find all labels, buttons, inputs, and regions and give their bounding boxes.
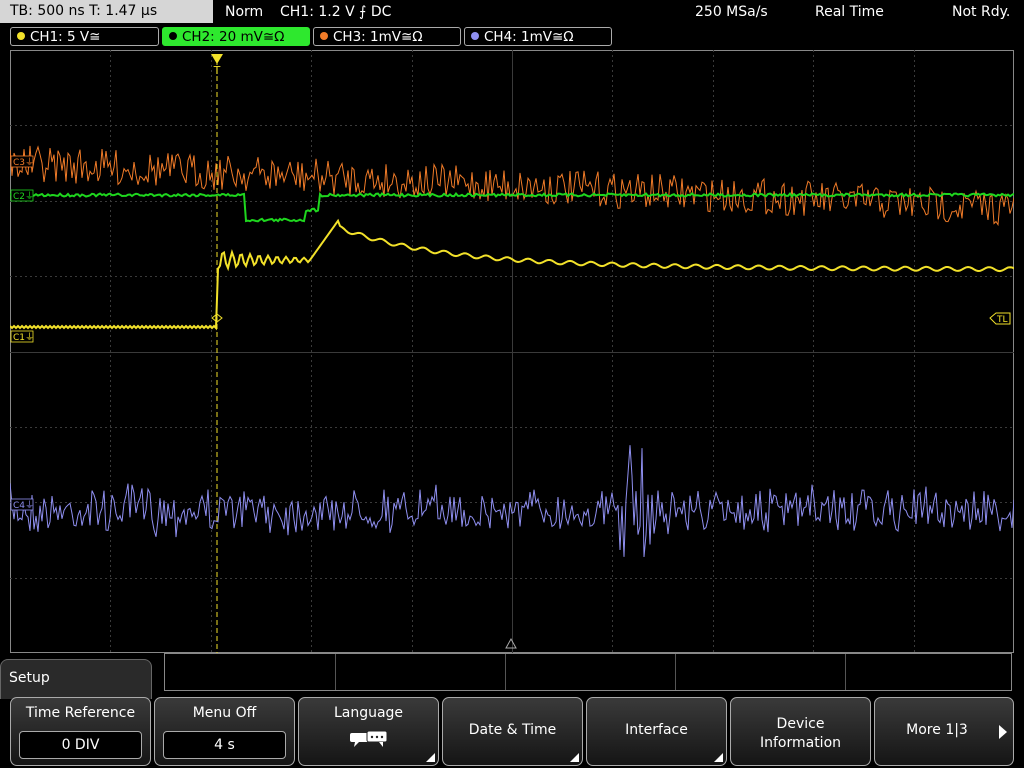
ch3-color-dot: [320, 32, 328, 40]
ch2-marker-label: C2⏚: [13, 191, 34, 202]
device-information-line2: Information: [759, 735, 842, 751]
timebase-readout[interactable]: TB: 500 ns T: 1.47 µs: [0, 0, 213, 23]
menu-off-button[interactable]: Menu Off 4 s: [154, 697, 295, 766]
trigger-status: Not Rdy.: [952, 4, 1011, 20]
strip-divider: [335, 654, 336, 690]
ch1-label: CH1: 5 V≅: [30, 29, 101, 45]
menu-title: Setup: [0, 659, 152, 699]
ch4-color-dot: [471, 32, 479, 40]
waveform-display[interactable]: T C3⏚ C2⏚ C1⏚ C4⏚ TL: [10, 50, 1014, 653]
trigger-readout[interactable]: CH1: 1.2 V ⨍ DC: [280, 0, 391, 24]
submenu-corner-icon: [426, 753, 435, 762]
channel-tabs: CH1: 5 V≅ CH2: 20 mV≅Ω CH3: 1mV≅Ω CH4: 1…: [0, 26, 1024, 48]
ch3-label: CH3: 1mV≅Ω: [333, 29, 423, 45]
menu-off-value: 4 s: [163, 731, 286, 759]
tab-ch4[interactable]: CH4: 1mV≅Ω: [464, 27, 612, 46]
language-label: Language: [333, 705, 404, 721]
ch1-color-dot: [17, 32, 25, 40]
acquisition-mode: Real Time: [815, 4, 884, 20]
ch4-marker-label: C4⏚: [13, 500, 34, 511]
menu-off-label: Menu Off: [192, 705, 257, 721]
trigger-level-label: TL: [996, 315, 1008, 325]
ch4-reference-marker[interactable]: C4⏚: [10, 498, 34, 511]
ch1-marker-label: C1⏚: [13, 332, 34, 343]
time-reference-value: 0 DIV: [19, 731, 142, 759]
ch2-reference-marker[interactable]: C2⏚: [10, 189, 34, 202]
status-bar: TB: 500 ns T: 1.47 µs Norm CH1: 1.2 V ⨍ …: [0, 0, 1024, 24]
menu-info-strip: [164, 653, 1012, 691]
speech-bubble-icon: [350, 730, 388, 747]
submenu-corner-icon: [570, 753, 579, 762]
time-reference-label: Time Reference: [25, 705, 136, 721]
ch2-label: CH2: 20 mV≅Ω: [182, 29, 285, 45]
date-time-button[interactable]: Date & Time: [442, 697, 583, 766]
trigger-t-icon: T: [213, 64, 221, 77]
sample-rate: 250 MSa/s: [695, 4, 768, 20]
tab-ch2[interactable]: CH2: 20 mV≅Ω: [162, 27, 310, 46]
strip-divider: [675, 654, 676, 690]
date-time-label: Date & Time: [468, 722, 557, 738]
ch3-marker-label: C3⏚: [13, 157, 34, 168]
more-label: More 1|3: [906, 722, 968, 738]
interface-button[interactable]: Interface: [586, 697, 727, 766]
submenu-corner-icon: [714, 753, 723, 762]
arrow-right-icon: [999, 725, 1007, 739]
ch4-label: CH4: 1mV≅Ω: [484, 29, 574, 45]
tab-ch1[interactable]: CH1: 5 V≅: [10, 27, 159, 46]
trigger-mode[interactable]: Norm: [225, 0, 263, 24]
strip-divider: [845, 654, 846, 690]
more-button[interactable]: More 1|3: [874, 697, 1014, 766]
time-reference-button[interactable]: Time Reference 0 DIV: [10, 697, 151, 766]
language-button[interactable]: Language: [298, 697, 439, 766]
interface-label: Interface: [625, 722, 688, 738]
ch2-color-dot: [169, 32, 177, 40]
tab-ch3[interactable]: CH3: 1mV≅Ω: [313, 27, 461, 46]
ch3-reference-marker[interactable]: C3⏚: [10, 155, 34, 168]
strip-divider: [505, 654, 506, 690]
ch1-reference-marker[interactable]: C1⏚: [10, 330, 34, 343]
device-information-button[interactable]: Device Information: [730, 697, 871, 766]
device-information-line1: Device: [776, 716, 825, 732]
